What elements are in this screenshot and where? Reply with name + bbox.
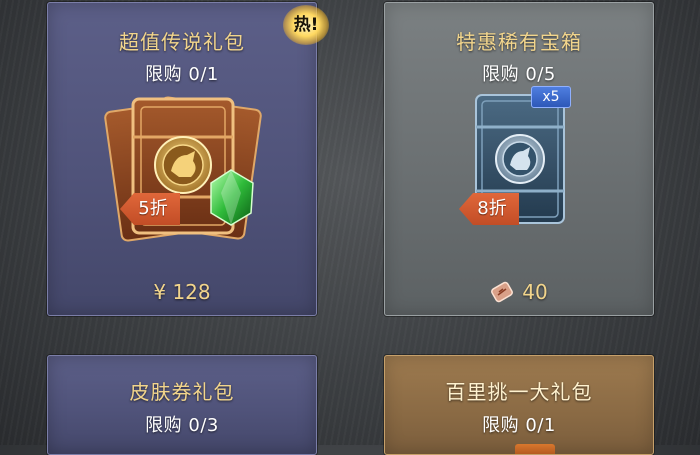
shop-item-grand-bundle[interactable]: 百里挑一大礼包 限购 0/1 [384,355,654,455]
ticket-coin-icon [491,281,514,303]
purchase-limit: 限购 0/5 [482,64,556,85]
shop-item-skin-voucher-bundle[interactable]: 皮肤券礼包 限购 0/3 [47,355,317,455]
purchase-limit: 限购 0/3 [145,415,219,436]
legendary-card-bundle-icon [104,96,262,242]
shop-item-legendary-bundle[interactable]: 超值传说礼包 限购 0/1 5折 ¥ 128 [47,2,317,316]
item-title: 超值传说礼包 [119,30,245,54]
bundle-art-icon [515,444,555,454]
item-title: 皮肤券礼包 [129,380,235,404]
item-title: 百里挑一大礼包 [445,380,593,404]
price-label[interactable]: 40 [385,280,653,304]
discount-tag: 8折 [459,193,519,225]
quantity-badge: x5 [531,86,571,108]
shop-item-rare-chest[interactable]: 特惠稀有宝箱 限购 0/5 x5 8折 40 [384,2,654,316]
price-value: ¥ 128 [153,280,211,304]
price-value: 40 [522,280,548,304]
purchase-limit: 限购 0/1 [145,64,219,85]
price-label[interactable]: ¥ 128 [48,280,316,304]
hot-badge: 热! [283,5,329,45]
purchase-limit: 限购 0/1 [482,415,556,436]
item-title: 特惠稀有宝箱 [456,30,582,54]
